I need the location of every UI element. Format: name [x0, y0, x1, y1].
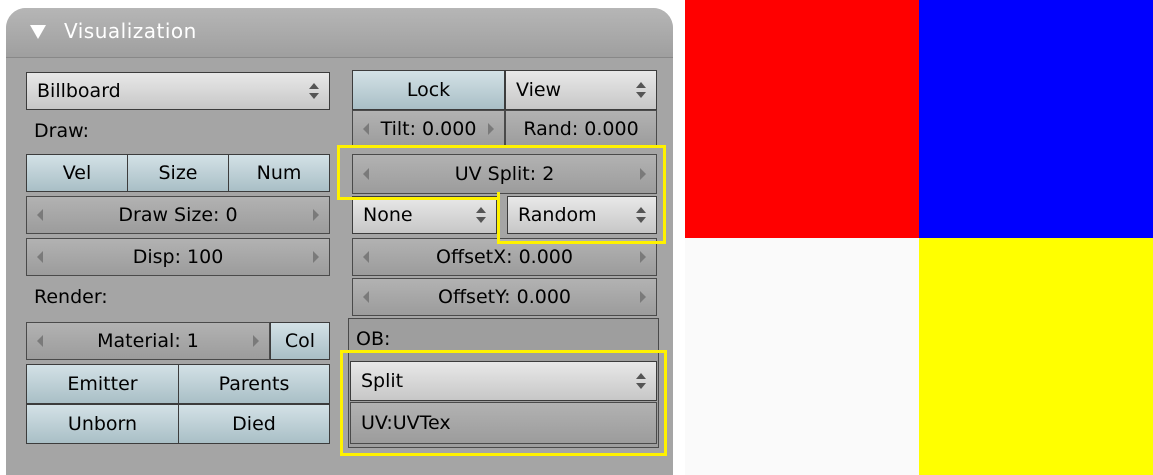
updown-arrows-icon [476, 207, 486, 223]
vel-button-label: Vel [62, 162, 92, 184]
unborn-button-label: Unborn [67, 413, 138, 435]
parents-button[interactable]: Parents [178, 364, 330, 404]
increment-arrow-icon[interactable] [640, 291, 646, 303]
num-button[interactable]: Num [228, 154, 330, 192]
size-button[interactable]: Size [127, 154, 229, 192]
panel-title: Visualization [64, 19, 197, 43]
tilt-field[interactable]: Tilt: 0.000 [352, 110, 505, 148]
draw-label: Draw: [34, 120, 89, 142]
col-button[interactable]: Col [270, 322, 330, 360]
render-label: Render: [34, 286, 108, 308]
none-menu-label: None [363, 204, 413, 226]
draw-size-value: Draw Size: 0 [118, 204, 238, 226]
updown-arrows-icon [636, 82, 646, 98]
view-menu-label: View [516, 79, 562, 101]
decrement-arrow-icon[interactable] [37, 251, 43, 263]
emitter-button-label: Emitter [67, 373, 138, 395]
offset-y-value: OffsetY: 0.000 [438, 286, 571, 308]
col-button-label: Col [284, 330, 316, 352]
lock-button-label: Lock [406, 79, 451, 101]
draw-size-field[interactable]: Draw Size: 0 [26, 196, 330, 234]
ob-label: OB: [356, 328, 391, 350]
texture-preview-red-square [685, 0, 919, 238]
decrement-arrow-icon[interactable] [37, 335, 43, 347]
num-button-label: Num [256, 162, 302, 184]
updown-arrows-icon [309, 83, 319, 99]
disp-field[interactable]: Disp: 100 [26, 238, 330, 276]
none-menu[interactable]: None [352, 196, 497, 234]
increment-arrow-icon[interactable] [313, 251, 319, 263]
parents-button-label: Parents [218, 373, 290, 395]
increment-arrow-icon[interactable] [640, 251, 646, 263]
increment-arrow-icon[interactable] [253, 335, 259, 347]
decrement-arrow-icon[interactable] [363, 251, 369, 263]
size-button-label: Size [158, 162, 198, 184]
died-button[interactable]: Died [178, 404, 330, 444]
offset-y-field[interactable]: OffsetY: 0.000 [352, 278, 657, 316]
increment-arrow-icon[interactable] [313, 209, 319, 221]
lock-button[interactable]: Lock [352, 70, 505, 110]
highlight-random [497, 192, 666, 244]
rand-field[interactable]: Rand: 0.000 [505, 110, 657, 148]
visualization-type-label: Billboard [37, 80, 121, 102]
texture-preview-blue-square [919, 0, 1153, 238]
disp-value: Disp: 100 [132, 246, 224, 268]
texture-preview-yellow-square [919, 238, 1153, 475]
died-button-label: Died [232, 413, 276, 435]
vel-button[interactable]: Vel [26, 154, 128, 192]
emitter-button[interactable]: Emitter [26, 364, 179, 404]
material-field[interactable]: Material: 1 [26, 322, 270, 360]
rand-value: Rand: 0.000 [523, 118, 639, 140]
unborn-button[interactable]: Unborn [26, 404, 179, 444]
tilt-value: Tilt: 0.000 [380, 118, 477, 140]
decrement-arrow-icon[interactable] [363, 123, 369, 135]
material-value: Material: 1 [97, 330, 199, 352]
decrement-arrow-icon[interactable] [363, 291, 369, 303]
texture-preview-white-square [685, 238, 919, 475]
collapse-triangle-icon[interactable] [30, 25, 46, 39]
increment-arrow-icon[interactable] [488, 123, 494, 135]
view-menu[interactable]: View [505, 70, 657, 110]
decrement-arrow-icon[interactable] [37, 209, 43, 221]
highlight-connector [337, 197, 500, 200]
highlight-split-group [340, 350, 667, 456]
offset-x-value: OffsetX: 0.000 [436, 246, 573, 268]
visualization-type-menu[interactable]: Billboard [26, 72, 330, 110]
